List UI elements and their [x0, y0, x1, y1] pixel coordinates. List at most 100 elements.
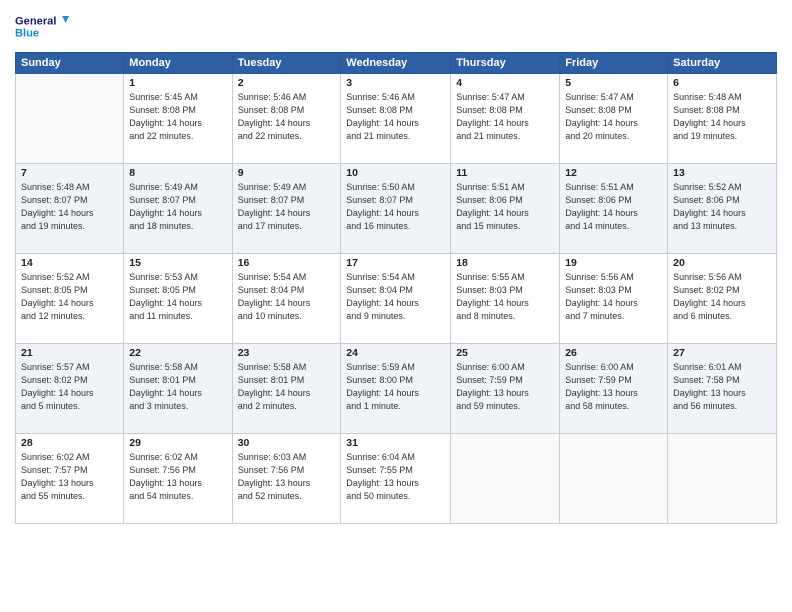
calendar-week-4: 21 Sunrise: 5:57 AM Sunset: 8:02 PM Dayli… — [16, 344, 777, 434]
day-number: 28 — [21, 437, 118, 449]
day-info: Sunrise: 5:58 AM Sunset: 8:01 PM Dayligh… — [129, 361, 226, 413]
calendar-week-5: 28 Sunrise: 6:02 AM Sunset: 7:57 PM Dayli… — [16, 434, 777, 524]
day-number: 16 — [238, 257, 336, 269]
day-info: Sunrise: 5:51 AM Sunset: 8:06 PM Dayligh… — [456, 181, 554, 233]
header: General Blue — [15, 10, 777, 46]
day-number: 19 — [565, 257, 662, 269]
calendar-cell: 24 Sunrise: 5:59 AM Sunset: 8:00 PM Dayli… — [341, 344, 451, 434]
calendar-cell: 19 Sunrise: 5:56 AM Sunset: 8:03 PM Dayli… — [560, 254, 668, 344]
calendar-cell: 5Sunrise: 5:47 AM Sunset: 8:08 PM Daylig… — [560, 74, 668, 164]
day-info: Sunrise: 5:51 AM Sunset: 8:06 PM Dayligh… — [565, 181, 662, 233]
calendar-cell: 22 Sunrise: 5:58 AM Sunset: 8:01 PM Dayli… — [124, 344, 232, 434]
calendar-cell: 25 Sunrise: 6:00 AM Sunset: 7:59 PM Dayli… — [451, 344, 560, 434]
calendar-cell — [451, 434, 560, 524]
day-number: 15 — [129, 257, 226, 269]
calendar-cell: 12 Sunrise: 5:51 AM Sunset: 8:06 PM Dayli… — [560, 164, 668, 254]
day-number: 29 — [129, 437, 226, 449]
day-number: 4 — [456, 77, 554, 89]
calendar-cell: 8 Sunrise: 5:49 AM Sunset: 8:07 PM Daylig… — [124, 164, 232, 254]
calendar-cell: 17Sunrise: 5:54 AM Sunset: 8:04 PM Dayli… — [341, 254, 451, 344]
day-info: Sunrise: 6:02 AM Sunset: 7:57 PM Dayligh… — [21, 451, 118, 503]
weekday-saturday: Saturday — [668, 53, 777, 74]
calendar-cell: 10Sunrise: 5:50 AM Sunset: 8:07 PM Dayli… — [341, 164, 451, 254]
svg-text:General: General — [15, 16, 56, 28]
day-number: 31 — [346, 437, 445, 449]
day-number: 24 — [346, 347, 445, 359]
day-number: 5 — [565, 77, 662, 89]
weekday-tuesday: Tuesday — [232, 53, 341, 74]
day-info: Sunrise: 5:55 AM Sunset: 8:03 PM Dayligh… — [456, 271, 554, 323]
calendar-week-1: 1 Sunrise: 5:45 AM Sunset: 8:08 PM Daylig… — [16, 74, 777, 164]
calendar-cell: 14 Sunrise: 5:52 AM Sunset: 8:05 PM Dayli… — [16, 254, 124, 344]
calendar-week-3: 14 Sunrise: 5:52 AM Sunset: 8:05 PM Dayli… — [16, 254, 777, 344]
day-number: 22 — [129, 347, 226, 359]
weekday-sunday: Sunday — [16, 53, 124, 74]
calendar-cell — [668, 434, 777, 524]
day-info: Sunrise: 6:03 AM Sunset: 7:56 PM Dayligh… — [238, 451, 336, 503]
calendar-cell — [560, 434, 668, 524]
svg-text:Blue: Blue — [15, 28, 39, 40]
day-info: Sunrise: 6:04 AM Sunset: 7:55 PM Dayligh… — [346, 451, 445, 503]
calendar-cell: 13Sunrise: 5:52 AM Sunset: 8:06 PM Dayli… — [668, 164, 777, 254]
calendar-cell: 18 Sunrise: 5:55 AM Sunset: 8:03 PM Dayli… — [451, 254, 560, 344]
day-number: 8 — [129, 167, 226, 179]
calendar-cell: 23 Sunrise: 5:58 AM Sunset: 8:01 PM Dayli… — [232, 344, 341, 434]
calendar-cell: 21 Sunrise: 5:57 AM Sunset: 8:02 PM Dayli… — [16, 344, 124, 434]
calendar-week-2: 7 Sunrise: 5:48 AM Sunset: 8:07 PM Daylig… — [16, 164, 777, 254]
day-info: Sunrise: 6:00 AM Sunset: 7:59 PM Dayligh… — [456, 361, 554, 413]
calendar-cell: 1 Sunrise: 5:45 AM Sunset: 8:08 PM Daylig… — [124, 74, 232, 164]
weekday-wednesday: Wednesday — [341, 53, 451, 74]
day-number: 12 — [565, 167, 662, 179]
day-number: 25 — [456, 347, 554, 359]
day-number: 7 — [21, 167, 118, 179]
day-info: Sunrise: 6:00 AM Sunset: 7:59 PM Dayligh… — [565, 361, 662, 413]
day-number: 3 — [346, 77, 445, 89]
calendar-cell: 9 Sunrise: 5:49 AM Sunset: 8:07 PM Daylig… — [232, 164, 341, 254]
day-number: 18 — [456, 257, 554, 269]
day-info: Sunrise: 5:48 AM Sunset: 8:07 PM Dayligh… — [21, 181, 118, 233]
day-info: Sunrise: 5:50 AM Sunset: 8:07 PM Dayligh… — [346, 181, 445, 233]
day-info: Sunrise: 6:01 AM Sunset: 7:58 PM Dayligh… — [673, 361, 771, 413]
calendar-cell: 30 Sunrise: 6:03 AM Sunset: 7:56 PM Dayli… — [232, 434, 341, 524]
day-number: 6 — [673, 77, 771, 89]
calendar-cell: 3Sunrise: 5:46 AM Sunset: 8:08 PM Daylig… — [341, 74, 451, 164]
calendar-cell: 20Sunrise: 5:56 AM Sunset: 8:02 PM Dayli… — [668, 254, 777, 344]
calendar-cell: 15Sunrise: 5:53 AM Sunset: 8:05 PM Dayli… — [124, 254, 232, 344]
calendar-cell: 31 Sunrise: 6:04 AM Sunset: 7:55 PM Dayli… — [341, 434, 451, 524]
calendar-cell: 27 Sunrise: 6:01 AM Sunset: 7:58 PM Dayli… — [668, 344, 777, 434]
weekday-thursday: Thursday — [451, 53, 560, 74]
calendar-cell: 16 Sunrise: 5:54 AM Sunset: 8:04 PM Dayli… — [232, 254, 341, 344]
day-number: 1 — [129, 77, 226, 89]
day-number: 23 — [238, 347, 336, 359]
calendar-cell: 11 Sunrise: 5:51 AM Sunset: 8:06 PM Dayli… — [451, 164, 560, 254]
day-number: 17 — [346, 257, 445, 269]
logo-svg: General Blue — [15, 10, 75, 46]
day-number: 27 — [673, 347, 771, 359]
logo: General Blue — [15, 10, 75, 46]
day-number: 9 — [238, 167, 336, 179]
day-info: Sunrise: 5:57 AM Sunset: 8:02 PM Dayligh… — [21, 361, 118, 413]
day-number: 13 — [673, 167, 771, 179]
weekday-header-row: SundayMondayTuesdayWednesdayThursdayFrid… — [16, 53, 777, 74]
day-info: Sunrise: 5:52 AM Sunset: 8:05 PM Dayligh… — [21, 271, 118, 323]
day-number: 14 — [21, 257, 118, 269]
day-info: Sunrise: 5:45 AM Sunset: 8:08 PM Dayligh… — [129, 91, 226, 143]
day-number: 30 — [238, 437, 336, 449]
day-number: 21 — [21, 347, 118, 359]
calendar-page: General Blue SundayMondayTuesdayWednesda… — [0, 0, 792, 612]
day-info: Sunrise: 6:02 AM Sunset: 7:56 PM Dayligh… — [129, 451, 226, 503]
day-info: Sunrise: 5:59 AM Sunset: 8:00 PM Dayligh… — [346, 361, 445, 413]
weekday-friday: Friday — [560, 53, 668, 74]
day-info: Sunrise: 5:48 AM Sunset: 8:08 PM Dayligh… — [673, 91, 771, 143]
day-info: Sunrise: 5:58 AM Sunset: 8:01 PM Dayligh… — [238, 361, 336, 413]
weekday-monday: Monday — [124, 53, 232, 74]
day-info: Sunrise: 5:56 AM Sunset: 8:03 PM Dayligh… — [565, 271, 662, 323]
day-number: 11 — [456, 167, 554, 179]
day-info: Sunrise: 5:49 AM Sunset: 8:07 PM Dayligh… — [238, 181, 336, 233]
calendar-cell: 26Sunrise: 6:00 AM Sunset: 7:59 PM Dayli… — [560, 344, 668, 434]
calendar-cell: 6 Sunrise: 5:48 AM Sunset: 8:08 PM Daylig… — [668, 74, 777, 164]
day-info: Sunrise: 5:54 AM Sunset: 8:04 PM Dayligh… — [238, 271, 336, 323]
calendar-cell: 28 Sunrise: 6:02 AM Sunset: 7:57 PM Dayli… — [16, 434, 124, 524]
day-info: Sunrise: 5:49 AM Sunset: 8:07 PM Dayligh… — [129, 181, 226, 233]
day-number: 20 — [673, 257, 771, 269]
